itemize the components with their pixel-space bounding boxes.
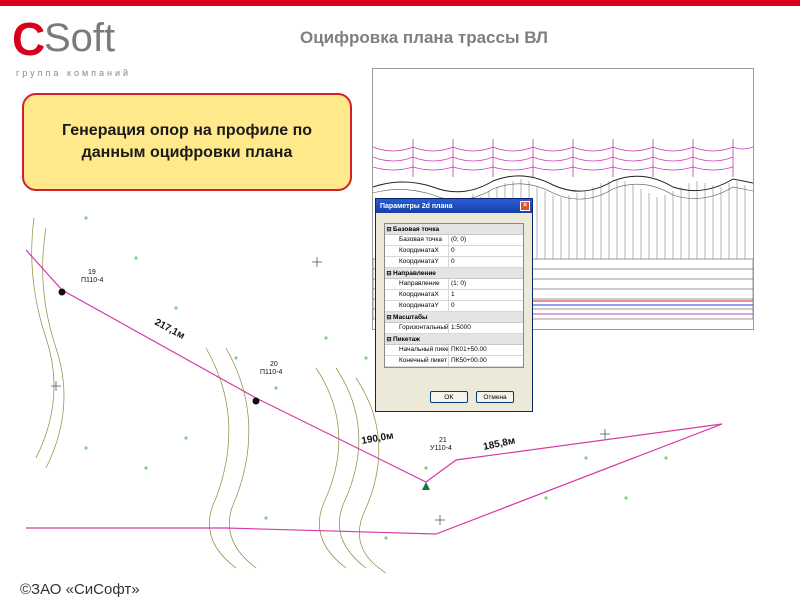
property-row[interactable]: Базовая точка (0; 0) [385,235,523,246]
profile-towers [412,139,734,177]
property-value[interactable]: ПК01+50.00 [449,345,523,355]
plan-contours [31,217,387,574]
property-key: КоординатаY [385,301,449,311]
slide-title: Оцифровка плана трассы ВЛ [300,28,548,47]
property-key: Направление [385,279,449,289]
group-label: Направление [393,269,436,277]
property-grid: ⊟ Базовая точка Базовая точка (0; 0) Коо… [384,223,524,368]
property-row[interactable]: КоординатаX 0 [385,246,523,257]
pole-19-number: 19 [88,269,96,276]
property-row[interactable]: Горизонтальный 1:5000 [385,323,523,334]
collapse-icon[interactable]: ⊟ [385,336,393,343]
pole-20-number: 20 [270,361,278,368]
property-value[interactable]: 0 [449,246,523,256]
logo-tagline: группа компаний [16,68,132,78]
property-key: КоординатаX [385,246,449,256]
group-label: Пикетаж [393,335,420,343]
logo-word: Soft [44,16,116,60]
collapse-icon[interactable]: ⊟ [385,270,393,277]
property-key: Базовая точка [385,235,449,245]
property-key: Начальный пикет [385,345,449,355]
property-value[interactable]: 0 [449,301,523,311]
dialog-titlebar: Параметры 2d плана × [376,199,532,213]
ok-button[interactable]: OK [430,391,468,403]
plan-svg: 19 П110-4 20 П110-4 21 У110-4 217,1м 190… [26,216,722,574]
pole-21-number: 21 [439,437,447,444]
csoft-logo: C Soft группа компаний [12,13,142,80]
profile-terrain [373,175,753,193]
pole-21-code: У110-4 [430,445,452,452]
property-key: КоординатаX [385,290,449,300]
property-value[interactable]: 0 [449,257,523,267]
span-label-1: 217,1м [153,317,187,342]
collapse-icon[interactable]: ⊟ [385,226,393,233]
cancel-button[interactable]: Отмена [476,391,514,403]
plan-route-line [26,249,722,483]
group-stationing[interactable]: ⊟ Пикетаж [385,334,523,345]
pole-19-code: П110-4 [81,277,104,284]
property-value[interactable]: (1; 0) [449,279,523,289]
property-row[interactable]: КоординатаX 1 [385,290,523,301]
pole-20-code: П110-4 [260,369,283,376]
copyright-footer: ©ЗАО «СиСофт» [20,581,140,598]
property-value[interactable]: 1 [449,290,523,300]
property-row[interactable]: Конечный пикет ПК50+00.00 [385,356,523,367]
logo-letter-c: C [12,13,46,65]
property-row[interactable]: КоординатаY 0 [385,257,523,268]
top-accent-bar [0,0,800,6]
property-key: КоординатаY [385,257,449,267]
dialog-title: Параметры 2d плана [380,202,453,210]
profile-conductor-curves [373,146,753,171]
property-row[interactable]: Начальный пикет ПК01+50.00 [385,345,523,356]
group-scales[interactable]: ⊟ Масштабы [385,312,523,323]
plan-parameters-dialog: Параметры 2d плана × ⊟ Базовая точка Баз… [375,198,533,412]
property-row[interactable]: КоординатаY 0 [385,301,523,312]
group-label: Базовая точка [393,225,440,233]
property-value[interactable]: ПК50+00.00 [449,356,523,366]
span-label-3: 185,8м [482,435,516,453]
property-row[interactable]: Направление (1; 0) [385,279,523,290]
group-direction[interactable]: ⊟ Направление [385,268,523,279]
property-key: Горизонтальный [385,323,449,333]
group-label: Масштабы [393,313,428,321]
callout-box: Генерация опор на профиле по данным оциф… [22,93,352,191]
group-base-point[interactable]: ⊟ Базовая точка [385,224,523,235]
property-value[interactable]: 1:5000 [449,323,523,333]
collapse-icon[interactable]: ⊟ [385,314,393,321]
plan-drawing: 19 П110-4 20 П110-4 21 У110-4 217,1м 190… [26,198,722,578]
property-key: Конечный пикет [385,356,449,366]
span-label-2: 190,0м [361,430,395,446]
close-icon[interactable]: × [520,201,530,211]
property-value[interactable]: (0; 0) [449,235,523,245]
